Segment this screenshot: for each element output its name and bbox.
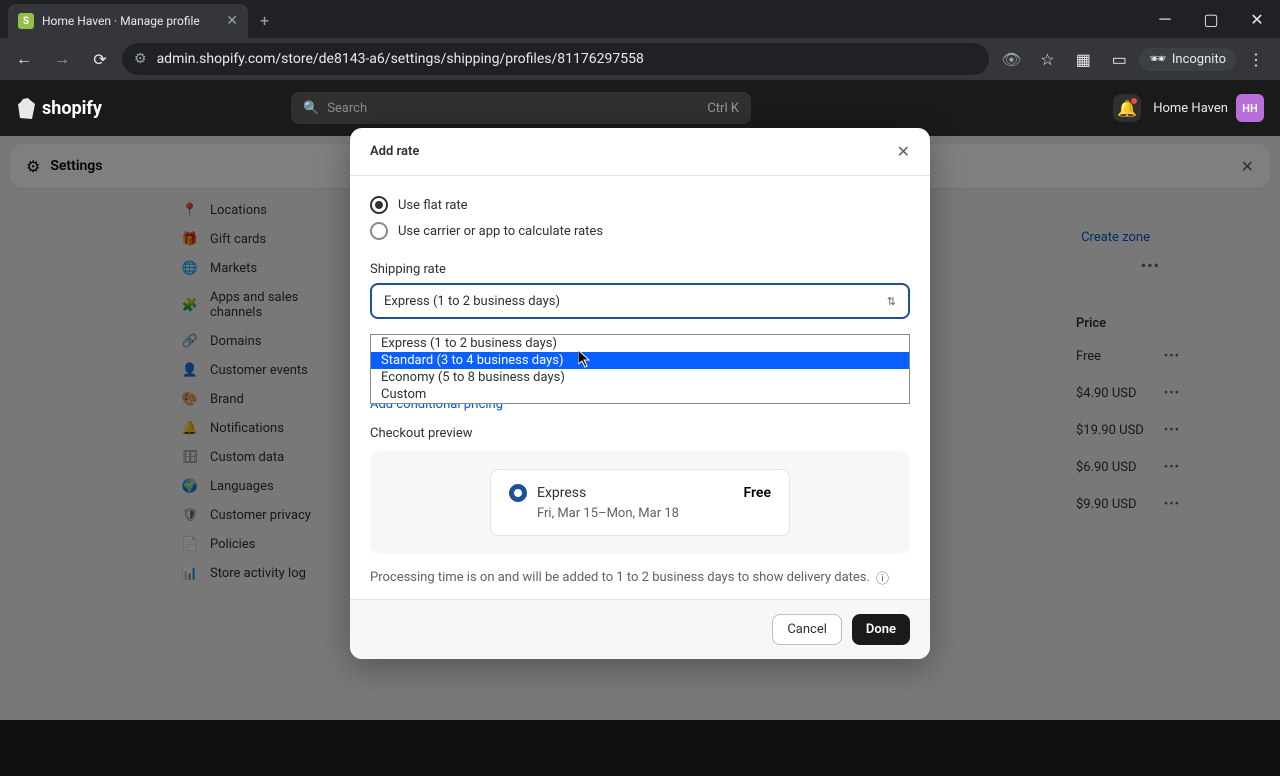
browser-tab[interactable]: S Home Haven · Manage profile ✕ <box>8 4 248 38</box>
radio-flat-rate[interactable]: Use flat rate <box>370 192 910 218</box>
preview-radio-icon <box>509 484 527 502</box>
dropdown-option[interactable]: Economy (5 to 8 business days) <box>371 369 909 386</box>
preview-rate-name: Express <box>537 485 586 501</box>
shipping-rate-select[interactable]: Express (1 to 2 business days) ⇅ <box>370 283 910 319</box>
tab-close-icon[interactable]: ✕ <box>226 13 238 29</box>
eye-icon[interactable]: 👁 <box>995 43 1027 75</box>
preview-option: Express Free Fri, Mar 15–Mon, Mar 18 <box>490 469 790 536</box>
tab-title: Home Haven · Manage profile <box>42 14 218 28</box>
browser-chrome: S Home Haven · Manage profile ✕ + ─ ▢ ✕ … <box>0 0 1280 80</box>
preview-delivery-dates: Fri, Mar 15–Mon, Mar 18 <box>537 506 771 521</box>
modal-title: Add rate <box>370 144 419 159</box>
tab-bar: S Home Haven · Manage profile ✕ + ─ ▢ ✕ <box>0 0 1280 38</box>
modal-close-icon[interactable]: ✕ <box>897 142 910 161</box>
preview-rate-price: Free <box>744 485 772 501</box>
dropdown-option[interactable]: Standard (3 to 4 business days) <box>371 352 909 369</box>
window-controls: ─ ▢ ✕ <box>1142 0 1280 38</box>
site-info-icon[interactable]: ⚙ <box>134 51 147 67</box>
search-bar[interactable]: 🔍 Search Ctrl K <box>291 92 751 124</box>
store-badge[interactable]: Home Haven HH <box>1153 94 1264 122</box>
url-bar[interactable]: ⚙ admin.shopify.com/store/de8143-a6/sett… <box>122 43 989 75</box>
new-tab-button[interactable]: + <box>248 3 281 38</box>
bookmark-icon[interactable]: ☆ <box>1031 43 1063 75</box>
url-text: admin.shopify.com/store/de8143-a6/settin… <box>157 51 644 67</box>
forward-button[interactable]: → <box>46 43 78 75</box>
add-rate-modal: Add rate ✕ Use flat rate Use carrier or … <box>350 128 930 659</box>
info-icon[interactable]: ⓘ <box>876 568 889 587</box>
dropdown-option[interactable]: Custom <box>371 386 909 403</box>
cancel-button[interactable]: Cancel <box>772 614 842 645</box>
shopify-logo[interactable]: shopify <box>16 97 102 119</box>
close-window-button[interactable]: ✕ <box>1234 0 1280 38</box>
search-shortcut: Ctrl K <box>707 101 739 116</box>
select-caret-icon: ⇅ <box>887 295 896 308</box>
browser-menu-icon[interactable]: ⋮ <box>1240 43 1272 75</box>
maximize-button[interactable]: ▢ <box>1188 0 1234 38</box>
dropdown-option[interactable]: Express (1 to 2 business days) <box>371 335 909 352</box>
modal-footer: Cancel Done <box>350 599 930 659</box>
checkout-preview-label: Checkout preview <box>370 426 910 441</box>
back-button[interactable]: ← <box>8 43 40 75</box>
notifications-button[interactable]: 🔔 <box>1113 94 1141 122</box>
reload-button[interactable]: ⟳ <box>84 43 116 75</box>
store-avatar: HH <box>1236 94 1264 122</box>
incognito-icon: 🕶 <box>1149 52 1166 67</box>
incognito-badge[interactable]: 🕶 Incognito <box>1139 48 1236 71</box>
processing-time-note: Processing time is on and will be added … <box>370 568 910 587</box>
radio-icon <box>370 196 388 214</box>
panel-icon[interactable]: ▭ <box>1103 43 1135 75</box>
shipping-rate-dropdown: Express (1 to 2 business days)Standard (… <box>370 334 910 404</box>
nav-bar: ← → ⟳ ⚙ admin.shopify.com/store/de8143-a… <box>0 38 1280 80</box>
radio-icon <box>370 222 388 240</box>
search-icon: 🔍 <box>303 101 319 116</box>
checkout-preview-card: Express Free Fri, Mar 15–Mon, Mar 18 <box>370 451 910 554</box>
shipping-rate-label: Shipping rate <box>370 262 910 277</box>
minimize-button[interactable]: ─ <box>1142 0 1188 38</box>
done-button[interactable]: Done <box>852 614 910 645</box>
extension-icon[interactable]: ▦ <box>1067 43 1099 75</box>
shopify-favicon: S <box>18 13 34 29</box>
modal-header: Add rate ✕ <box>350 128 930 176</box>
radio-carrier-rate[interactable]: Use carrier or app to calculate rates <box>370 218 910 244</box>
